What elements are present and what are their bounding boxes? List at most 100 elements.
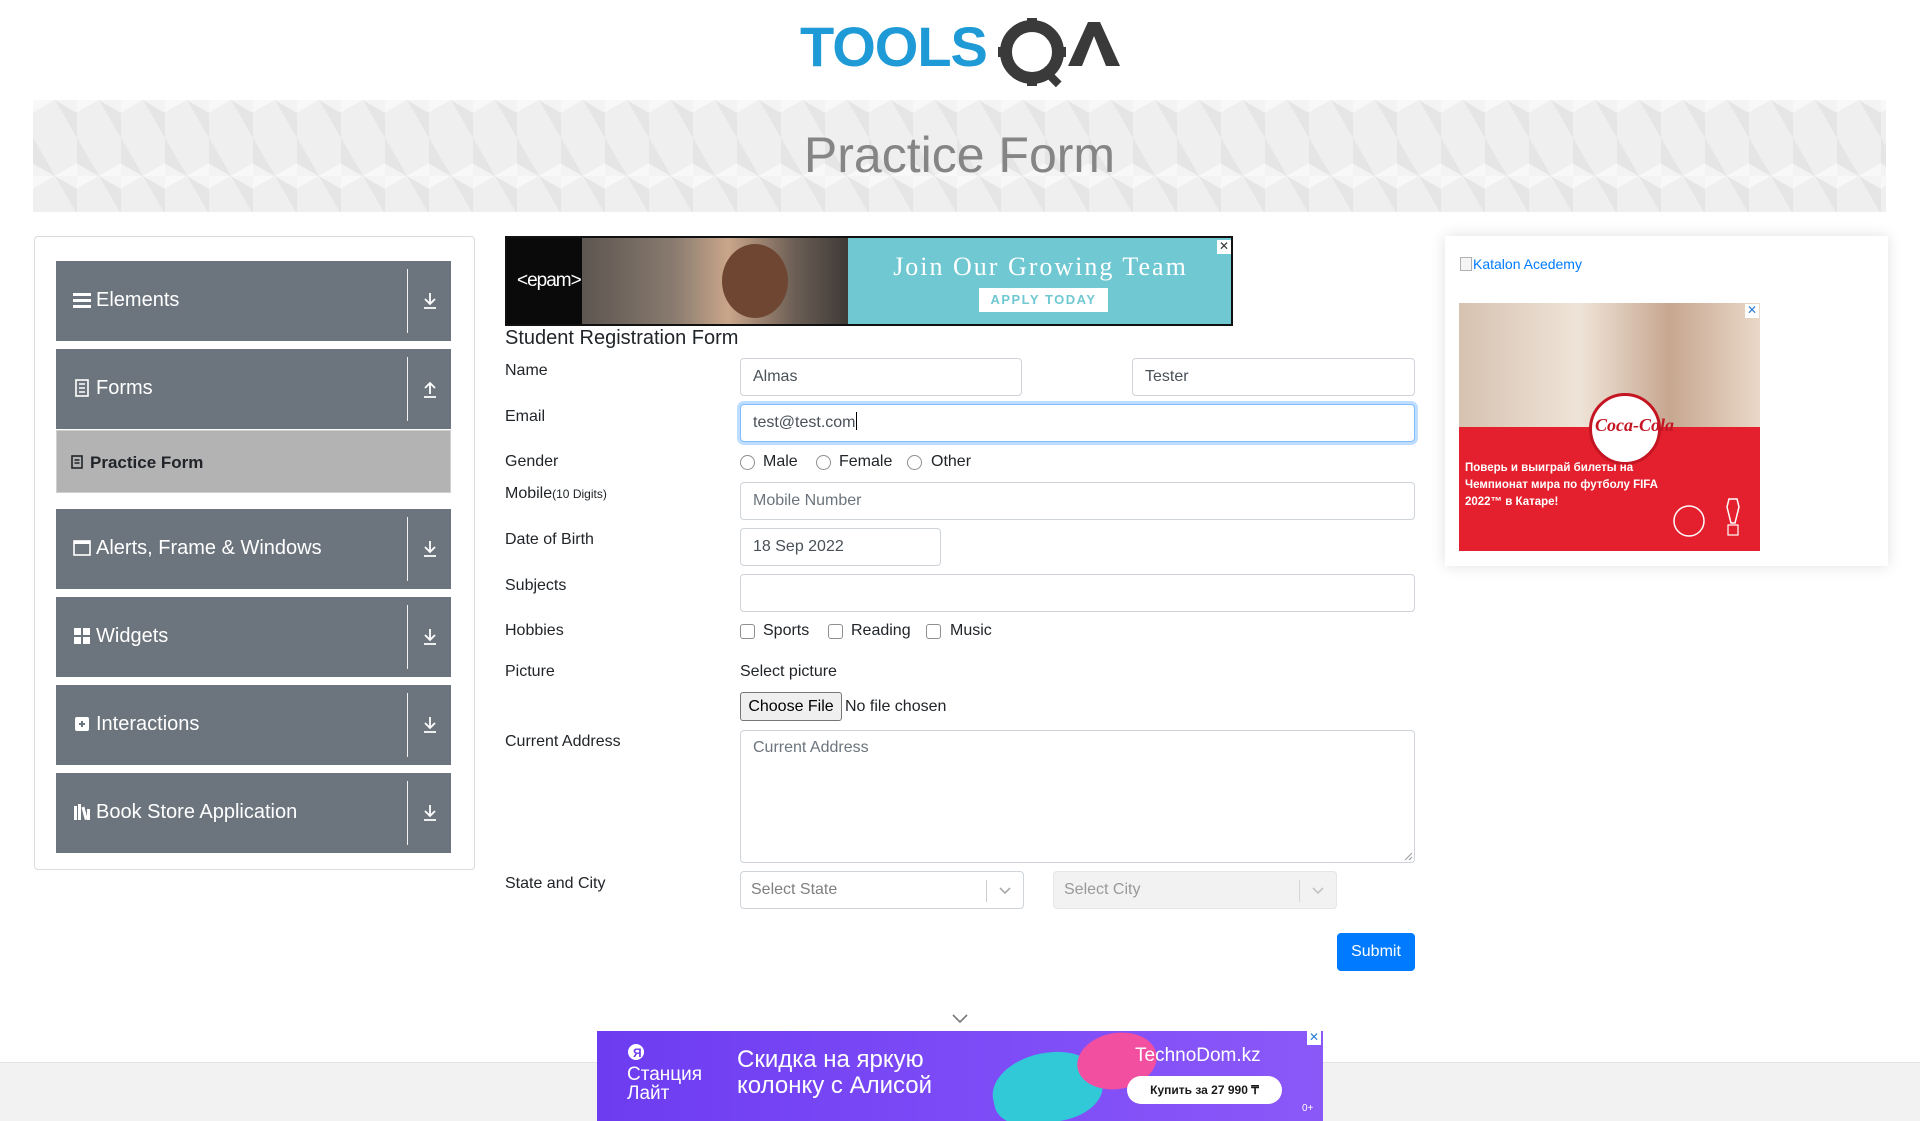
city-select-placeholder: Select City: [1064, 881, 1141, 898]
bottom-ad-banner[interactable]: Я Станция Лайт Скидка на яркую колонку с…: [597, 1031, 1323, 1121]
right-ad-panel: Katalon Acedemy Coca-Cola Поверь и выигр…: [1445, 236, 1888, 566]
form-title: Student Registration Form: [505, 327, 739, 349]
coca-cola-logo: Coca-Cola: [1595, 415, 1674, 435]
apply-today-button[interactable]: APPLY TODAY: [979, 288, 1108, 312]
select-separator: [1299, 880, 1300, 902]
upload-arrow-icon: [424, 381, 436, 398]
download-arrow-icon: [424, 293, 436, 309]
toolsqa-logo[interactable]: TOOLS: [800, 14, 1125, 92]
sidebar-item-practice-form[interactable]: Practice Form: [56, 430, 451, 493]
close-ad-icon[interactable]: ✕: [1745, 304, 1759, 318]
divider: [407, 269, 408, 333]
sidebar-item-label: Practice Form: [90, 453, 204, 472]
ad-photo: [582, 238, 848, 324]
divider: [407, 781, 408, 845]
gender-male-label[interactable]: Male: [763, 453, 798, 471]
text-cursor: [855, 412, 857, 430]
page-banner: Practice Form: [33, 100, 1886, 212]
window-icon: [73, 540, 91, 556]
yandex-logo-icon: Я: [628, 1044, 644, 1060]
hobby-reading-checkbox[interactable]: [828, 624, 843, 639]
epam-ad-banner[interactable]: <epam> Join Our Growing Team APPLY TODAY…: [505, 236, 1233, 326]
current-address-textarea[interactable]: Current Address: [740, 730, 1415, 863]
gender-other-radio[interactable]: [907, 455, 922, 470]
first-name-input[interactable]: Almas: [740, 358, 1022, 396]
select-picture-caption: Select picture: [740, 663, 837, 680]
site-header: TOOLS: [0, 0, 1920, 98]
divider: [407, 357, 408, 421]
adchoices-icon[interactable]: ⓘ: [1201, 240, 1215, 254]
sidebar-group-alerts[interactable]: Alerts, Frame & Windows: [56, 509, 451, 589]
download-arrow-icon: [424, 541, 436, 557]
download-arrow-icon: [424, 629, 436, 645]
katalon-academy-image-link[interactable]: Katalon Acedemy: [1460, 256, 1582, 272]
interactions-icon: [75, 717, 89, 731]
gender-other-label[interactable]: Other: [931, 453, 971, 471]
sidebar-group-elements[interactable]: Elements: [56, 261, 451, 341]
ad-message-panel: Join Our Growing Team APPLY TODAY: [848, 238, 1231, 324]
gender-female-label[interactable]: Female: [839, 453, 892, 471]
close-ad-icon[interactable]: ✕: [1217, 240, 1231, 254]
download-arrow-icon: [424, 805, 436, 821]
sidebar-group-label: Alerts, Frame & Windows: [96, 537, 322, 559]
date-of-birth-input[interactable]: 18 Sep 2022: [740, 528, 941, 566]
subjects-input[interactable]: [740, 574, 1415, 612]
age-rating: 0+: [1302, 1103, 1314, 1114]
hobby-sports-label[interactable]: Sports: [763, 622, 809, 640]
hobby-reading-label[interactable]: Reading: [851, 622, 911, 640]
sidebar: Elements Forms Practice Form Alerts, Fra…: [34, 236, 475, 870]
ad-brand: Я Станция Лайт: [627, 1043, 717, 1103]
form-icon: [71, 455, 83, 469]
ad-brand-text: Станция Лайт: [627, 1064, 703, 1104]
close-ad-icon[interactable]: ✕: [1307, 1031, 1321, 1045]
sidebar-group-label: Interactions: [96, 713, 200, 735]
email-label: Email: [505, 408, 546, 425]
resize-handle-icon[interactable]: [1403, 851, 1413, 861]
last-name-input[interactable]: Tester: [1132, 358, 1415, 396]
broken-image-icon: [1460, 257, 1472, 271]
ad-headline: Скидка на яркую колонку с Алисой: [737, 1046, 933, 1099]
hobby-music-label[interactable]: Music: [950, 622, 992, 640]
sidebar-group-widgets[interactable]: Widgets: [56, 597, 451, 677]
document-icon: [75, 379, 89, 397]
email-input[interactable]: test@test.com: [740, 404, 1415, 442]
download-arrow-icon: [424, 717, 436, 733]
katalon-alt-text: Katalon Acedemy: [1473, 256, 1582, 272]
state-select-placeholder: Select State: [751, 881, 838, 898]
sidebar-group-label: Forms: [96, 377, 153, 399]
email-value: test@test.com: [753, 414, 856, 431]
epam-logo-box: <epam>: [507, 238, 582, 324]
buy-button[interactable]: Купить за 27 990 ₸: [1127, 1076, 1282, 1104]
ad-person-image: [722, 244, 788, 318]
chevron-down-icon: [1312, 887, 1324, 895]
chevron-down-icon[interactable]: [951, 1012, 969, 1024]
divider: [407, 605, 408, 669]
sidebar-group-forms[interactable]: Forms: [56, 349, 451, 429]
choose-file-button[interactable]: Choose File: [740, 692, 842, 721]
mobile-input[interactable]: Mobile Number: [740, 482, 1415, 520]
hobby-music-checkbox[interactable]: [926, 624, 941, 639]
hobbies-label: Hobbies: [505, 622, 564, 639]
submit-button[interactable]: Submit: [1337, 933, 1415, 971]
gender-female-radio[interactable]: [816, 455, 831, 470]
coca-cola-ad[interactable]: Coca-Cola Поверь и выиграй билеты на Чем…: [1459, 303, 1760, 551]
list-icon: [73, 293, 91, 308]
hobby-sports-checkbox[interactable]: [740, 624, 755, 639]
widgets-icon: [74, 628, 90, 644]
chevron-down-icon: [999, 887, 1011, 895]
technodom-logo: TechnoDom.kz: [1135, 1045, 1261, 1066]
sidebar-group-label: Elements: [96, 289, 180, 311]
select-separator: [986, 880, 987, 902]
divider: [407, 517, 408, 581]
mobile-hint: (10 Digits): [552, 487, 607, 501]
books-icon: [74, 804, 90, 821]
sidebar-group-label: Book Store Application: [96, 801, 298, 823]
sidebar-group-interactions[interactable]: Interactions: [56, 685, 451, 765]
sidebar-group-book-store[interactable]: Book Store Application: [56, 773, 451, 853]
svg-text:Я: Я: [633, 1046, 642, 1060]
current-address-label: Current Address: [505, 733, 621, 750]
gender-male-radio[interactable]: [740, 455, 755, 470]
picture-label: Picture: [505, 663, 555, 680]
city-select[interactable]: Select City: [1053, 871, 1337, 909]
state-select[interactable]: Select State: [740, 871, 1024, 909]
